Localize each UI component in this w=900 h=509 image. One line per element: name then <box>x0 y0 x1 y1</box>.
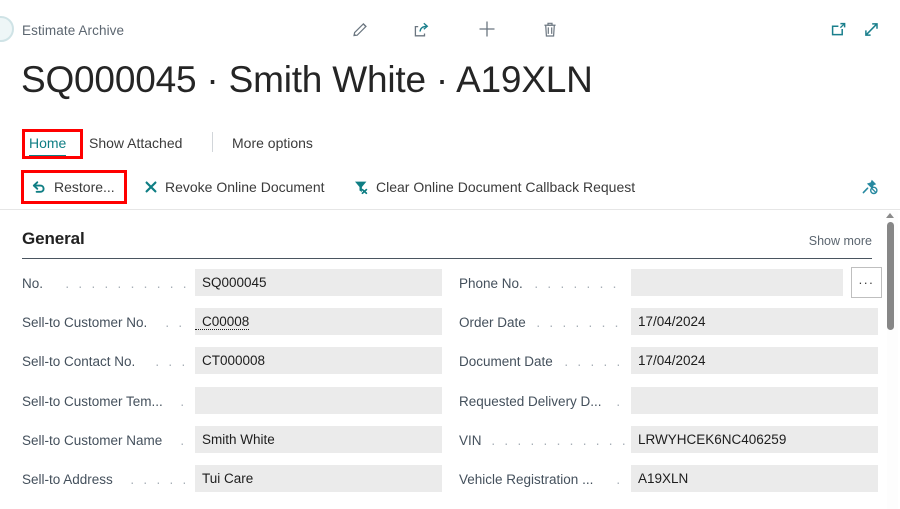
field-sell-to-contact-no: Sell-to Contact No. · · · · · · CT000008 <box>22 347 442 386</box>
clear-online-document-callback-request-label: Clear Online Document Callback Request <box>376 179 636 195</box>
field-vin: VIN · · · · · · · · · · · · · · · · LRWY… <box>459 425 879 465</box>
leader-dots: · <box>180 399 187 410</box>
field-requested-delivery-date-label: Requested Delivery D... <box>459 393 602 409</box>
field-sell-to-address-input[interactable]: Tui Care <box>195 464 442 492</box>
leader-dots: · <box>616 477 623 488</box>
field-order-date-label: Order Date <box>459 315 526 331</box>
clear-online-document-callback-request-button[interactable]: Clear Online Document Callback Request <box>353 172 635 202</box>
leader-dots: · · · · · · <box>155 360 189 371</box>
right-field-column: Phone No. · · · · · · · · · · · ... Orde… <box>459 267 882 504</box>
general-section-title: General <box>22 229 85 248</box>
field-phone-no: Phone No. · · · · · · · · · · · ... <box>459 267 882 308</box>
field-sell-to-customer-template-label: Sell-to Customer Tem... <box>22 393 163 409</box>
restore-button-label: Restore... <box>54 179 115 195</box>
field-sell-to-customer-template-input[interactable] <box>195 386 442 414</box>
field-sell-to-customer-no-value[interactable]: C00008 <box>195 314 250 330</box>
leader-dots: · · · · · <box>165 321 189 332</box>
restore-button[interactable]: Restore... <box>30 172 115 202</box>
field-sell-to-customer-no-label: Sell-to Customer No. <box>22 315 148 331</box>
revoke-online-document-button[interactable]: Revoke Online Document <box>144 172 325 202</box>
field-sell-to-contact-no-value: CT000008 <box>202 353 266 369</box>
x-cross-icon <box>144 180 158 194</box>
field-document-date: Document Date · · · · · · · 17/04/2024 <box>459 347 879 386</box>
tab-home-label: Home <box>29 135 67 151</box>
field-sell-to-customer-template: Sell-to Customer Tem... · <box>22 386 442 426</box>
title-action-icons <box>0 14 900 44</box>
field-vehicle-registration-no: Vehicle Registration ... · A19XLN <box>459 464 879 504</box>
scroll-up-arrow-icon[interactable] <box>886 213 894 218</box>
revoke-online-document-label: Revoke Online Document <box>165 179 325 195</box>
field-phone-no-input[interactable] <box>631 269 843 296</box>
field-no-input[interactable]: SQ000045 <box>195 269 442 296</box>
top-bar: Estimate Archive <box>0 0 900 52</box>
leader-dots: · · · · · · · <box>564 360 625 371</box>
leader-dots: · <box>616 399 623 410</box>
general-section-header: General Show more <box>22 229 872 259</box>
field-sell-to-address-value: Tui Care <box>202 470 254 486</box>
field-sell-to-contact-no-label: Sell-to Contact No. <box>22 354 136 370</box>
field-requested-delivery-date: Requested Delivery D... · <box>459 386 879 426</box>
vertical-scrollbar[interactable] <box>886 211 898 509</box>
tab-home[interactable]: Home <box>29 128 67 158</box>
tab-divider <box>212 132 213 152</box>
phone-no-assist-edit-label: ... <box>858 271 875 287</box>
field-sell-to-customer-no-input[interactable]: C00008 <box>195 308 442 336</box>
clear-filter-icon <box>353 179 369 195</box>
field-no-value: SQ000045 <box>202 275 267 290</box>
open-in-new-window-icon[interactable] <box>823 14 853 44</box>
field-requested-delivery-date-input[interactable] <box>631 386 878 414</box>
general-section: General Show more No. · · · · · · · · · … <box>0 211 900 509</box>
field-order-date-input[interactable]: 17/04/2024 <box>631 308 878 336</box>
field-no: No. · · · · · · · · · · · · · · · SQ0000… <box>22 269 442 308</box>
action-toolbar: Restore... Revoke Online Document Clear … <box>0 170 900 210</box>
tab-show-attached-label: Show Attached <box>89 135 183 151</box>
field-sell-to-address: Sell-to Address · · · · · · · · Tui Care <box>22 464 442 504</box>
field-document-date-value: 17/04/2024 <box>638 353 706 369</box>
leader-dots: · · · · · · · · · · · · · · · <box>65 282 189 292</box>
field-sell-to-customer-no: Sell-to Customer No. · · · · · C00008 <box>22 308 442 347</box>
expand-fullscreen-icon[interactable] <box>856 14 886 44</box>
field-vin-value: LRWYHCEK6NC406259 <box>638 431 787 447</box>
business-central-estimate-archive-page: Estimate Archive SQ000045 · Smith White … <box>0 0 900 509</box>
scrollbar-thumb[interactable] <box>887 222 894 330</box>
restore-undo-arrow-icon <box>30 179 47 195</box>
field-document-date-label: Document Date <box>459 354 553 370</box>
tab-strip: Home Show Attached More options <box>0 128 900 161</box>
show-more-link[interactable]: Show more <box>809 234 872 248</box>
leader-dots: · · · · · · · · · · · · · · · · <box>491 438 625 449</box>
field-sell-to-contact-no-input[interactable]: CT000008 <box>195 347 442 375</box>
field-vehicle-registration-no-input[interactable]: A19XLN <box>631 464 878 492</box>
leader-dots: · · · · · · · · · · <box>536 321 625 332</box>
field-phone-no-label: Phone No. <box>459 276 523 291</box>
leader-dots: · · · · · · · · · · · <box>534 282 625 292</box>
field-vehicle-registration-no-label: Vehicle Registration ... <box>459 471 594 487</box>
edit-pencil-icon[interactable] <box>345 14 375 44</box>
phone-no-assist-edit-button[interactable]: ... <box>851 267 882 298</box>
share-icon[interactable] <box>407 14 437 44</box>
field-sell-to-customer-name: Sell-to Customer Name · Smith White <box>22 425 442 465</box>
field-document-date-input[interactable]: 17/04/2024 <box>631 347 878 375</box>
tab-more-options[interactable]: More options <box>232 128 313 158</box>
field-vin-label: VIN <box>459 432 482 448</box>
tab-more-options-label: More options <box>232 135 313 151</box>
leader-dots: · · · · · · · · <box>130 477 189 488</box>
field-no-label: No. <box>22 276 44 291</box>
field-order-date: Order Date · · · · · · · · · · 17/04/202… <box>459 308 879 347</box>
field-sell-to-customer-name-input[interactable]: Smith White <box>195 425 442 453</box>
new-plus-icon[interactable] <box>472 14 502 44</box>
field-vehicle-registration-no-value: A19XLN <box>638 470 689 486</box>
field-sell-to-address-label: Sell-to Address <box>22 471 113 487</box>
delete-trash-icon[interactable] <box>535 14 565 44</box>
page-title: SQ000045 · Smith White · A19XLN <box>21 59 593 100</box>
field-order-date-value: 17/04/2024 <box>638 314 706 330</box>
unpin-icon[interactable] <box>856 173 884 201</box>
tab-show-attached[interactable]: Show Attached <box>89 128 182 158</box>
field-sell-to-customer-name-value: Smith White <box>202 431 275 447</box>
field-vin-input[interactable]: LRWYHCEK6NC406259 <box>631 425 878 453</box>
tab-active-underline <box>29 155 67 157</box>
field-sell-to-customer-name-label: Sell-to Customer Name <box>22 432 163 448</box>
left-field-column: No. · · · · · · · · · · · · · · · SQ0000… <box>22 269 442 504</box>
leader-dots: · <box>180 438 187 449</box>
